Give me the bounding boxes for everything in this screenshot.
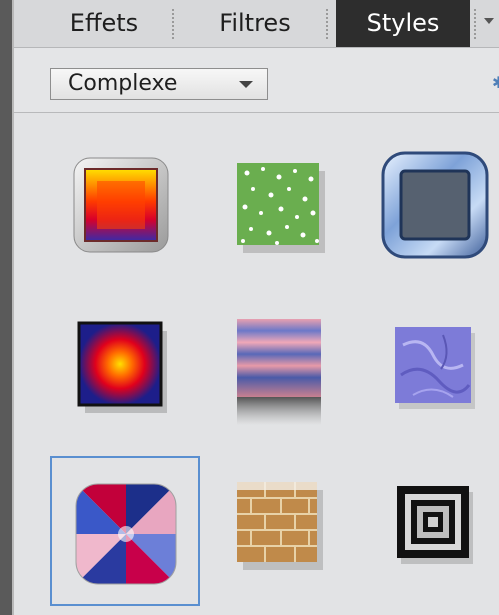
tab-effets[interactable]: Effets (48, 0, 160, 47)
style-item-purple-texture[interactable] (369, 297, 499, 447)
tab-filtres[interactable]: Filtres (194, 0, 316, 47)
panel-menu-chevron-icon[interactable] (484, 18, 494, 24)
tab-bar: Effets Filtres Styles (14, 0, 499, 48)
tab-separator (326, 9, 328, 39)
style-item-green-speckle[interactable] (213, 141, 363, 291)
pinwheel-gradient-style-icon (75, 483, 177, 585)
styles-grid (14, 113, 499, 615)
tab-styles[interactable]: Styles (336, 0, 470, 47)
tab-separator (172, 9, 174, 39)
style-item-stripes[interactable] (213, 297, 363, 447)
pink-blue-stripes-style-icon (237, 319, 321, 425)
tab-separator (474, 9, 476, 39)
category-dropdown[interactable]: Complexe (50, 68, 268, 100)
green-speckle-style-icon (237, 163, 325, 253)
style-item-brick[interactable] (213, 456, 363, 606)
blue-chrome-frame-style-icon (381, 151, 489, 259)
category-dropdown-value: Complexe (68, 71, 178, 96)
style-item-red-radial[interactable] (57, 297, 207, 447)
panel-left-edge (0, 0, 12, 615)
style-item-pinwheel-selected[interactable] (50, 456, 200, 606)
brick-texture-style-icon (237, 482, 323, 570)
orange-bevel-frame-style-icon (73, 157, 169, 253)
red-radial-glow-style-icon (77, 321, 167, 413)
chevron-down-icon (239, 81, 253, 88)
concentric-squares-style-icon (397, 486, 473, 564)
style-item-blue-chrome[interactable] (369, 141, 499, 291)
purple-texture-style-icon (395, 327, 475, 409)
settings-icon[interactable]: ✱ (492, 75, 499, 91)
style-item-orange-bevel[interactable] (57, 141, 207, 291)
style-item-concentric[interactable] (369, 456, 499, 606)
toolbar: Complexe ✱ (14, 48, 499, 113)
